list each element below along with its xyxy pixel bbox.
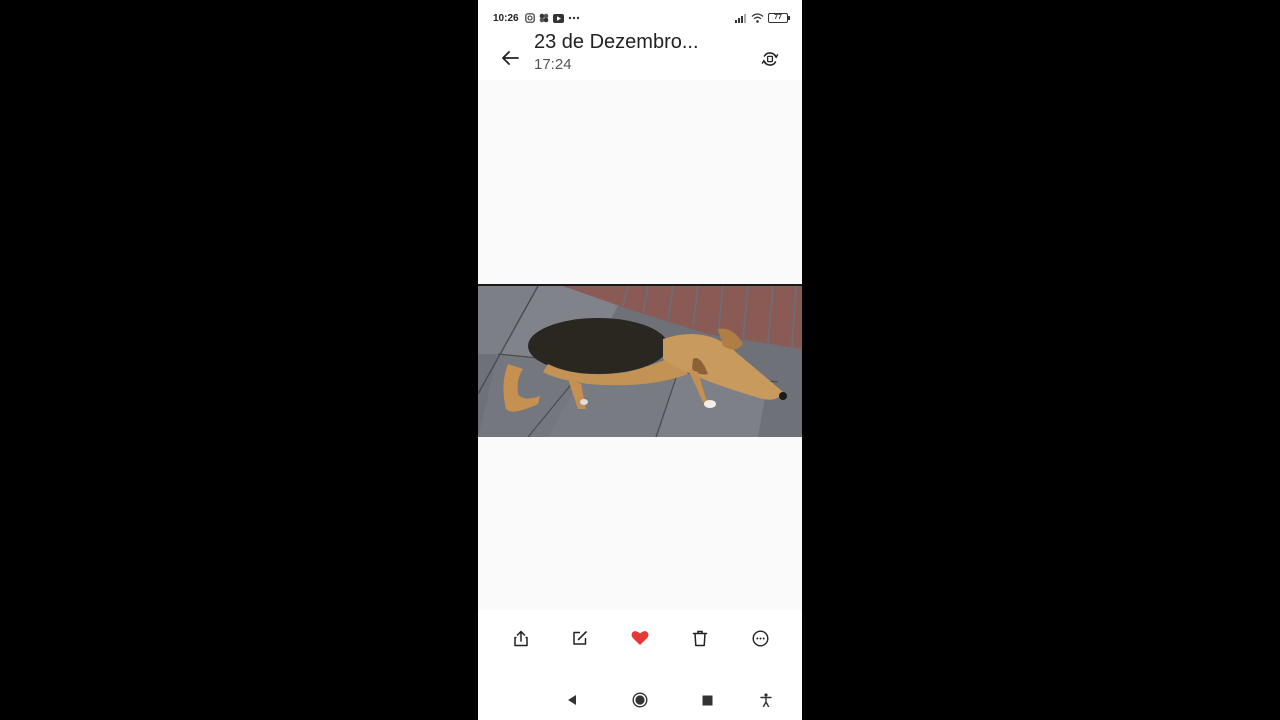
edit-icon — [573, 631, 587, 645]
pinwheel-icon — [539, 13, 549, 23]
triangle-back-icon — [568, 695, 576, 705]
more-icon — [751, 629, 769, 647]
square-recents-icon — [702, 695, 712, 705]
edit-button[interactable] — [566, 624, 594, 652]
photo-time-subtitle: 17:24 — [534, 56, 572, 73]
youtube-icon — [553, 13, 564, 23]
title-block: 23 de Dezembro... 17:24 — [534, 31, 699, 73]
system-nav-bar — [478, 680, 802, 720]
photo-viewer[interactable] — [478, 80, 802, 610]
circle-home-icon — [632, 692, 648, 708]
delete-button[interactable] — [686, 624, 714, 652]
more-notifications-icon — [568, 16, 580, 20]
photo-dog-on-sidewalk[interactable] — [478, 284, 802, 437]
app-header: 23 de Dezembro... 17:24 — [478, 31, 802, 80]
wifi-icon — [751, 13, 764, 23]
heart-icon — [631, 631, 649, 645]
share-icon — [514, 630, 528, 646]
trash-icon — [692, 630, 708, 646]
rotate-button[interactable] — [758, 47, 782, 71]
accessibility-icon — [760, 693, 772, 707]
battery-indicator: 77 — [768, 13, 790, 23]
instagram-icon — [525, 13, 535, 23]
photo-action-bar — [478, 610, 802, 680]
signal-icon — [735, 13, 746, 23]
more-button[interactable] — [746, 624, 774, 652]
system-icons: 77 — [735, 12, 790, 24]
notification-icons — [525, 12, 580, 24]
nav-home-button[interactable] — [628, 688, 652, 712]
phone-screen: 10:26 77 23 de Dezembro... 17:24 — [478, 0, 802, 720]
nav-recents-button[interactable] — [695, 688, 719, 712]
accessibility-button[interactable] — [754, 688, 778, 712]
arrow-left-icon — [502, 51, 519, 65]
favorite-button[interactable] — [626, 624, 654, 652]
nav-back-button[interactable] — [560, 688, 584, 712]
back-button[interactable] — [498, 46, 522, 70]
share-button[interactable] — [507, 624, 535, 652]
rotate-icon — [761, 52, 779, 66]
status-time: 10:26 — [493, 13, 519, 24]
photo-date-title: 23 de Dezembro... — [534, 31, 699, 53]
